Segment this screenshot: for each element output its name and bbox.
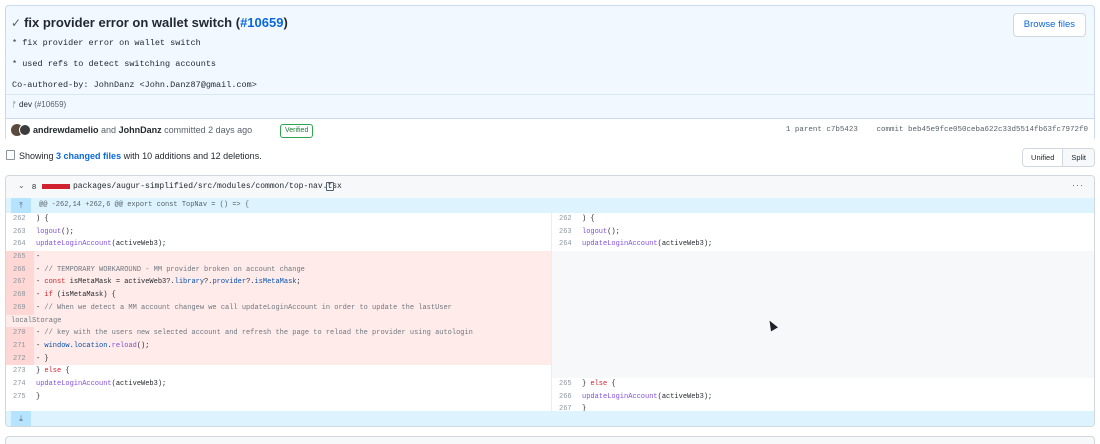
avatar[interactable] [19, 124, 31, 136]
author-line: andrewdamelio and JohnDanz committed 2 d… [33, 125, 252, 135]
diff-line-deleted: 266- // TEMPORARY WORKAROUND - MM provid… [6, 263, 551, 277]
committed-time: committed 2 days ago [164, 125, 253, 135]
diff-line: 274 updateLoginAccount(activeWeb3); [13, 379, 167, 388]
commit-page: ✓ fix provider error on wallet switch (#1… [0, 0, 1100, 444]
unified-view-button[interactable]: Unified [1023, 149, 1064, 166]
diff-line: 264 updateLoginAccount(activeWeb3); [559, 240, 713, 249]
commit-message-line-3: Co-authored-by: JohnDanz <John.Danz87@gm… [12, 80, 257, 90]
commit-title-text: fix provider error on wallet switch [24, 15, 233, 30]
browse-files-button[interactable]: Browse files [1012, 13, 1086, 37]
branch-name[interactable]: dev [19, 100, 32, 109]
next-file-header [5, 436, 1095, 444]
diff-line-wrap: localStorage [6, 314, 551, 328]
diff-empty-block [552, 251, 1094, 379]
split-view-button[interactable]: Split [1063, 149, 1094, 166]
diff-line: 263 logout(); [13, 227, 74, 236]
kebab-horizontal-icon[interactable]: ··· [1072, 180, 1084, 190]
hunk-header: ⤒ @@ -262,14 +262,6 @@ export const TopN… [6, 198, 1094, 213]
commit-message-line-2: * used refs to detect switching accounts [12, 59, 217, 69]
diff-summary: Showing 3 changed files with 10 addition… [6, 150, 262, 161]
diff-line-deleted: 271- window.location.reload(); [6, 339, 551, 353]
author-link-1[interactable]: andrewdamelio [33, 125, 99, 135]
avatar-group [11, 124, 33, 136]
author-link-2[interactable]: JohnDanz [119, 125, 162, 135]
file-path[interactable]: packages/augur-simplified/src/modules/co… [73, 182, 342, 191]
commit-sha-info: 1 parent c7b5423 commit beb45e9fce050ceb… [786, 126, 1088, 134]
check-icon: ✓ [11, 16, 22, 30]
commit-sha: commit beb45e9fce050ceba622c33d5514fb63f… [876, 126, 1088, 134]
diff-left-pane: 262 ) { 263 logout(); 264 updateLoginAcc… [6, 213, 551, 403]
diff-line: 273 } else { [13, 367, 70, 376]
diff-line: 265 } else { [559, 380, 616, 389]
diff-line-deleted: 268- if (isMetaMask) { [6, 289, 551, 302]
branch-info: ᚠ dev (#10659) [12, 100, 66, 109]
diff-right-pane: 262 ) { 263 logout(); 264 updateLoginAcc… [551, 213, 1094, 417]
diff-line: 262 ) { [13, 215, 49, 223]
diff-line-deleted: 270- // key with the users new selected … [6, 327, 551, 340]
diff-line: 263 logout(); [559, 227, 620, 236]
and-text: and [101, 125, 117, 135]
diff-line: 275 } [13, 392, 41, 401]
diff-line-deleted: 269- // When we detect a MM account chan… [6, 301, 551, 315]
diff-line-deleted: 272- } [6, 352, 551, 366]
file-diff-icon [6, 150, 15, 160]
expand-down-icon[interactable]: ⤓ [11, 411, 31, 426]
diff-line-deleted: 267- const isMetaMask = activeWeb3?.libr… [6, 276, 551, 290]
summary-rest: with 10 additions and 12 deletions. [123, 151, 262, 161]
diff-line: 262 ) { [559, 215, 595, 223]
copy-icon[interactable] [326, 182, 334, 191]
commit-message-line-1: * fix provider error on wallet switch [12, 38, 201, 48]
commit-title: ✓ fix provider error on wallet switch (#1… [11, 15, 288, 30]
branch-divider [6, 94, 1094, 95]
commit-header: ✓ fix provider error on wallet switch (#1… [5, 5, 1095, 142]
chevron-down-icon[interactable]: ⌄ [18, 181, 25, 190]
diff-line-deleted: 265- [6, 251, 551, 264]
expand-row: ⤓ [6, 411, 1094, 426]
change-count: 8 [32, 182, 37, 191]
diff-view-toggle: Unified Split [1022, 148, 1095, 167]
expand-up-icon[interactable]: ⤒ [11, 198, 31, 213]
file-header: ⌄ 8 packages/augur-simplified/src/module… [6, 176, 1094, 199]
git-branch-icon: ᚠ [12, 100, 17, 109]
diff-line: 264 updateLoginAccount(activeWeb3); [13, 240, 167, 249]
changed-files-link[interactable]: 3 changed files [56, 151, 121, 161]
pr-link[interactable]: #10659 [240, 15, 283, 30]
author-bar: andrewdamelio and JohnDanz committed 2 d… [6, 118, 1094, 142]
hunk-header-text: @@ -262,14 +262,6 @@ export const TopNav… [39, 201, 250, 209]
parent-link[interactable]: 1 parent c7b5423 [786, 126, 858, 134]
verified-badge[interactable]: Verified [280, 124, 314, 138]
file-diff: ⌄ 8 packages/augur-simplified/src/module… [5, 175, 1095, 427]
diff-line: 266 updateLoginAccount(activeWeb3); [559, 392, 713, 401]
diffstat-bar [42, 184, 70, 189]
summary-showing: Showing [19, 151, 54, 161]
branch-pr[interactable]: (#10659) [34, 100, 66, 109]
